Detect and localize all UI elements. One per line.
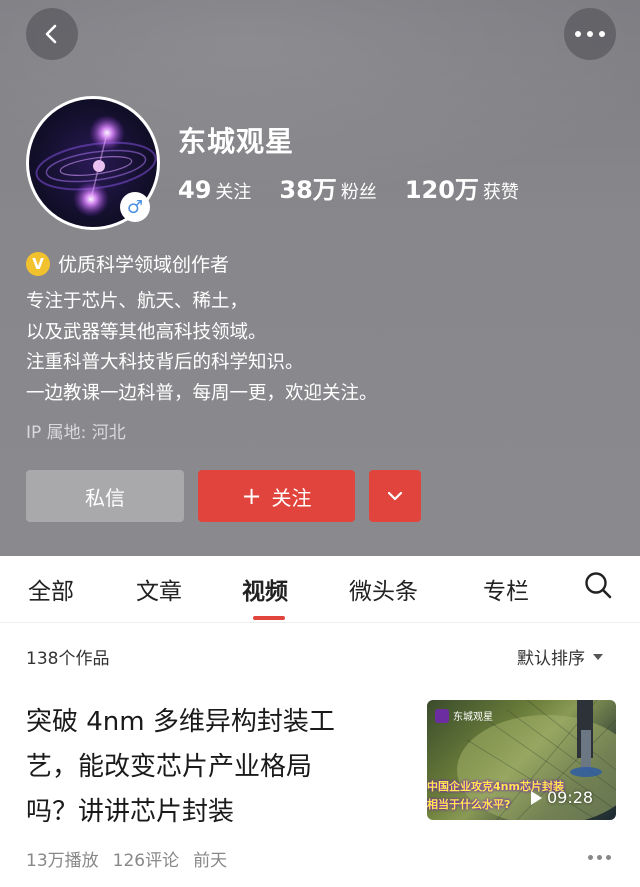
male-icon: ♂ (120, 192, 150, 222)
sort-dropdown[interactable]: 默认排序 (517, 644, 603, 669)
bio-line: 注重科普大科技背后的科学知识。 (26, 352, 304, 373)
play-count: 13万播放 (26, 851, 99, 871)
duration-text: 09:28 (547, 788, 594, 807)
publish-time: 前天 (193, 851, 228, 871)
stat-number: 49 (178, 176, 212, 204)
stat-followers[interactable]: 38万 粉丝 (279, 170, 376, 205)
channel-logo-icon (435, 708, 449, 723)
thumbnail-caption: 相当于什么水平? (427, 798, 511, 811)
profile-name: 东城观星 (178, 125, 295, 158)
video-title[interactable]: 突破 4nm 多维异构封装工 艺，能改变芯片产业格局 吗？讲讲芯片封装 (26, 700, 396, 835)
search-icon[interactable] (583, 570, 613, 600)
play-icon (531, 790, 542, 805)
stat-label: 获赞 (482, 182, 519, 203)
verified-badge-icon: V (26, 251, 50, 276)
item-more-button[interactable] (586, 855, 613, 860)
content-tabs: 全部 文章 视频 微头条 专栏 (0, 556, 640, 622)
more-dot-icon (599, 31, 605, 37)
follow-dropdown-button[interactable] (369, 470, 421, 522)
active-tab-indicator (253, 616, 285, 620)
more-dot-icon (575, 31, 581, 37)
message-button[interactable]: 私信 (26, 470, 184, 522)
more-button[interactable] (564, 8, 616, 60)
stat-label: 关注 (215, 182, 252, 203)
sort-label: 默认排序 (517, 649, 585, 669)
comment-count: 126评论 (112, 851, 180, 871)
profile-stats: 49 关注 38万 粉丝 120万 获赞 (178, 170, 547, 205)
profile-header: ♂ 东城观星 49 关注 38万 粉丝 120万 获赞 V 优质科学领域创作者 … (0, 0, 640, 556)
verification-text: 优质科学领域创作者 (58, 254, 230, 276)
chevron-down-icon (387, 491, 403, 501)
more-dot-icon (588, 855, 593, 860)
bio: 专注于芯片、航天、稀土， 以及武器等其他高科技领域。 注重科普大科技背后的科学知… (26, 287, 378, 409)
video-title-line: 突破 4nm 多维异构封装工 (26, 707, 335, 737)
stat-following[interactable]: 49 关注 (178, 176, 251, 204)
bio-line: 以及武器等其他高科技领域。 (26, 321, 267, 343)
more-dot-icon (606, 855, 611, 860)
works-count: 138个作品 (26, 649, 110, 669)
back-button[interactable] (26, 8, 78, 60)
tab-micro-posts[interactable]: 微头条 (349, 572, 418, 606)
tab-all[interactable]: 全部 (28, 572, 74, 606)
follow-button[interactable]: + 关注 (198, 470, 355, 522)
plus-icon: + (241, 482, 262, 510)
thumbnail-channel: 东城观星 (435, 708, 493, 723)
follow-label: 关注 (271, 485, 312, 510)
stat-number: 120万 (404, 176, 479, 204)
video-meta: 13万播放 126评论 前天 (26, 846, 241, 871)
chevron-left-icon (45, 24, 57, 44)
video-duration: 09:28 (531, 788, 593, 807)
tab-articles[interactable]: 文章 (136, 572, 182, 606)
more-dot-icon (587, 31, 593, 37)
tab-columns[interactable]: 专栏 (483, 572, 529, 606)
ip-location: IP 属地: 河北 (26, 423, 126, 443)
caret-down-icon (593, 653, 603, 660)
tab-videos[interactable]: 视频 (242, 572, 288, 606)
video-thumbnail[interactable]: 东城观星 中国企业攻克4nm芯片封装 相当于什么水平? 09:28 (427, 700, 616, 820)
divider (0, 622, 640, 623)
bio-line: 专注于芯片、航天、稀土， (26, 291, 249, 312)
bio-line: 一边教课一边科普，每周一更，欢迎关注。 (26, 382, 378, 404)
video-title-line: 艺，能改变芯片产业格局 (26, 752, 313, 782)
thumbnail-channel-name: 东城观星 (453, 712, 493, 723)
video-title-line: 吗？讲讲芯片封装 (26, 797, 235, 827)
more-dot-icon (597, 855, 602, 860)
stat-number: 38万 (279, 176, 337, 204)
stat-label: 粉丝 (340, 182, 377, 203)
verification-row: V 优质科学领域创作者 (26, 250, 229, 277)
stat-likes[interactable]: 120万 获赞 (405, 170, 519, 205)
